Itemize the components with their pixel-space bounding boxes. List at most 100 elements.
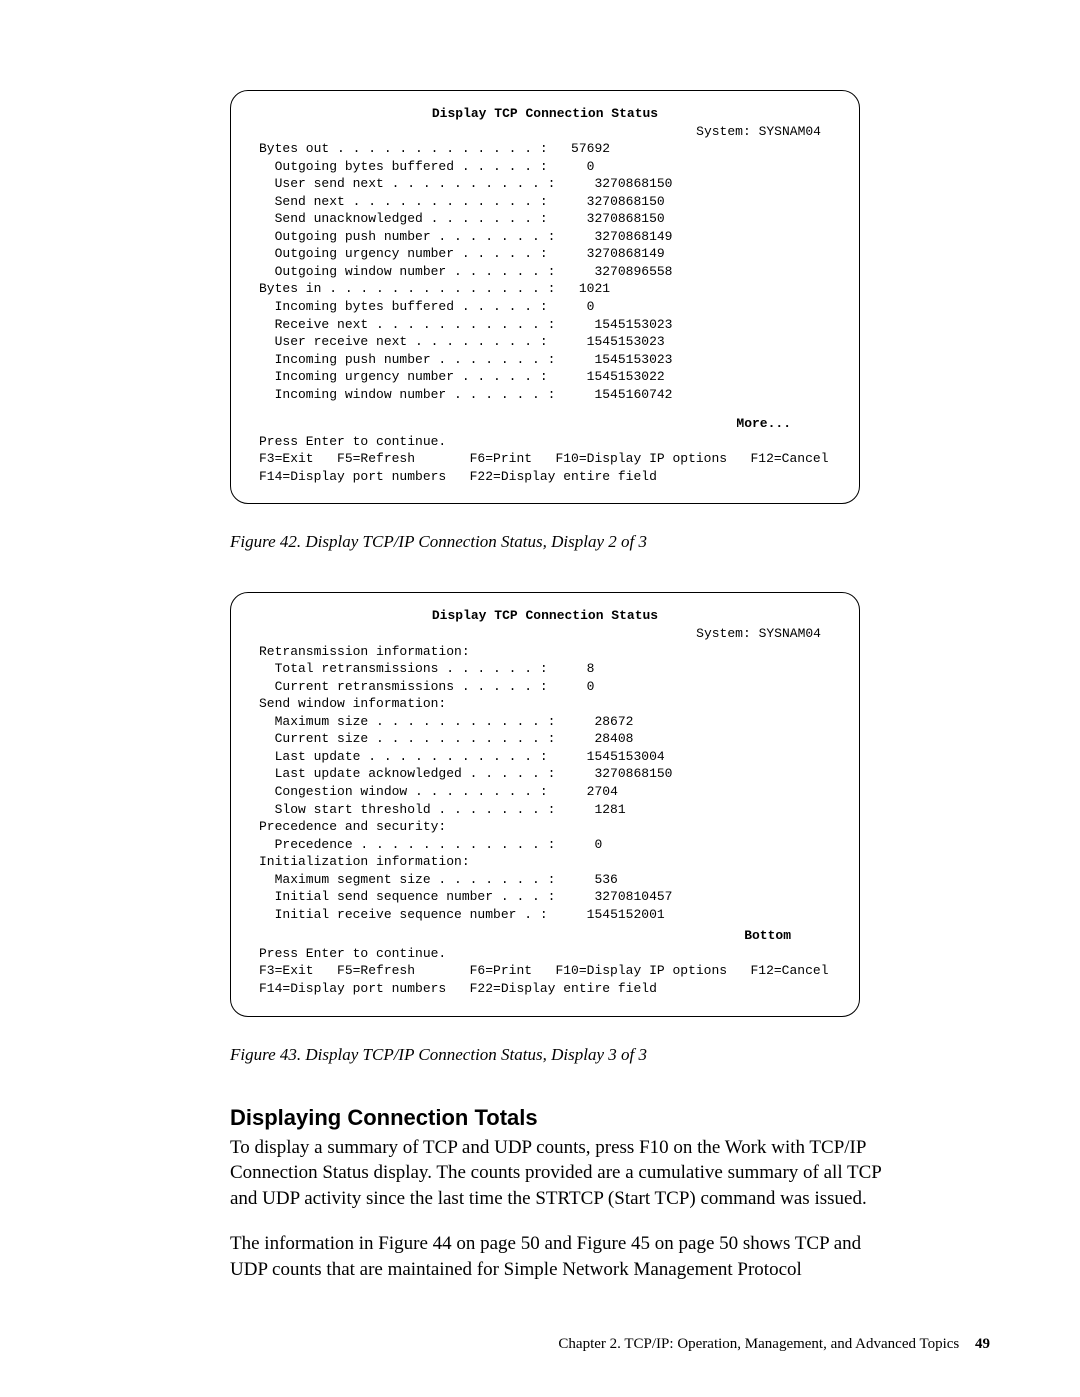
paragraph-2: The information in Figure 44 on page 50 … (230, 1231, 900, 1282)
row-value: 3270868150 (548, 210, 665, 228)
system-label: System: (696, 124, 751, 139)
data-row: Send next . . . . . . . . . . . . : 3270… (259, 193, 831, 211)
data-row: Outgoing window number . . . . . . : 327… (259, 263, 831, 281)
row-value: 3270810457 (555, 888, 672, 906)
screen1-body: Bytes out . . . . . . . . . . . . . : 57… (259, 140, 831, 403)
data-row: Current size . . . . . . . . . . . : 284… (259, 730, 831, 748)
row-value: 3270868149 (548, 245, 665, 263)
row-label: Receive next . . . . . . . . . . . : (259, 316, 555, 334)
row-value: 1545153023 (555, 351, 672, 369)
row-value: 1021 (555, 280, 610, 298)
row-label: Outgoing bytes buffered . . . . . : (259, 158, 548, 176)
row-value: 1545153022 (548, 368, 665, 386)
press-enter-prompt: Press Enter to continue. (259, 945, 831, 963)
screen1-title: Display TCP Connection Status (259, 105, 831, 123)
row-value: 3270868149 (555, 228, 672, 246)
row-value: 1281 (555, 801, 625, 819)
bottom-indicator: Bottom (259, 927, 831, 945)
row-value: 57692 (548, 140, 610, 158)
row-label: Incoming push number . . . . . . . : (259, 351, 555, 369)
data-row: Maximum segment size . . . . . . . : 536 (259, 871, 831, 889)
row-value: 1545160742 (555, 386, 672, 404)
data-row: Outgoing bytes buffered . . . . . : 0 (259, 158, 831, 176)
row-label: Maximum segment size . . . . . . . : (259, 871, 555, 889)
data-row: User receive next . . . . . . . . : 1545… (259, 333, 831, 351)
data-row: Precedence . . . . . . . . . . . . : 0 (259, 836, 831, 854)
row-value: 1545153023 (555, 316, 672, 334)
data-row: Incoming urgency number . . . . . : 1545… (259, 368, 831, 386)
group-header: Initialization information: (259, 853, 831, 871)
terminal-screen-1: Display TCP Connection Status System: SY… (230, 90, 860, 504)
row-label: Last update . . . . . . . . . . . : (259, 748, 548, 766)
row-value: 3270868150 (548, 193, 665, 211)
press-enter-prompt: Press Enter to continue. (259, 433, 831, 451)
figure-42-caption: Figure 42. Display TCP/IP Connection Sta… (230, 532, 990, 552)
section-heading: Displaying Connection Totals (230, 1105, 990, 1131)
screen1-system: System: SYSNAM04 (259, 123, 831, 141)
data-row: Initial receive sequence number . : 1545… (259, 906, 831, 924)
data-row: Initial send sequence number . . . : 327… (259, 888, 831, 906)
fkeys-line-2: F14=Display port numbers F22=Display ent… (259, 468, 831, 486)
screen2-system: System: SYSNAM04 (259, 625, 831, 643)
fkeys-line-2: F14=Display port numbers F22=Display ent… (259, 980, 831, 998)
data-row: Outgoing push number . . . . . . . : 327… (259, 228, 831, 246)
row-value: 8 (548, 660, 595, 678)
terminal-screen-2: Display TCP Connection Status System: SY… (230, 592, 860, 1016)
system-label: System: (696, 626, 751, 641)
row-value: 3270868150 (555, 175, 672, 193)
row-label: Current size . . . . . . . . . . . : (259, 730, 555, 748)
fkeys-line-1: F3=Exit F5=Refresh F6=Print F10=Display … (259, 962, 831, 980)
paragraph-1: To display a summary of TCP and UDP coun… (230, 1135, 900, 1212)
data-row: Last update acknowledged . . . . . : 327… (259, 765, 831, 783)
row-label: Outgoing urgency number . . . . . : (259, 245, 548, 263)
row-value: 28672 (555, 713, 633, 731)
system-value: SYSNAM04 (759, 124, 821, 139)
data-row: Maximum size . . . . . . . . . . . : 286… (259, 713, 831, 731)
row-label: Bytes in . . . . . . . . . . . . . . : (259, 280, 555, 298)
more-indicator: More... (259, 415, 831, 433)
row-label: Incoming bytes buffered . . . . . : (259, 298, 548, 316)
row-label: Precedence . . . . . . . . . . . . : (259, 836, 555, 854)
data-row: Bytes out . . . . . . . . . . . . . : 57… (259, 140, 831, 158)
figure-43-caption: Figure 43. Display TCP/IP Connection Sta… (230, 1045, 990, 1065)
row-label: Current retransmissions . . . . . : (259, 678, 548, 696)
row-label: Send next . . . . . . . . . . . . : (259, 193, 548, 211)
row-value: 3270896558 (555, 263, 672, 281)
data-row: Incoming window number . . . . . . : 154… (259, 386, 831, 404)
group-header: Precedence and security: (259, 818, 831, 836)
data-row: Incoming bytes buffered . . . . . : 0 (259, 298, 831, 316)
group-header: Retransmission information: (259, 643, 831, 661)
data-row: Current retransmissions . . . . . : 0 (259, 678, 831, 696)
row-label: Send unacknowledged . . . . . . . : (259, 210, 548, 228)
row-value: 0 (548, 298, 595, 316)
footer-chapter: Chapter 2. TCP/IP: Operation, Management… (558, 1336, 959, 1352)
row-label: Congestion window . . . . . . . . : (259, 783, 548, 801)
page: Display TCP Connection Status System: SY… (0, 0, 1080, 1397)
row-label: User receive next . . . . . . . . : (259, 333, 548, 351)
row-label: Bytes out . . . . . . . . . . . . . : (259, 140, 548, 158)
data-row: Receive next . . . . . . . . . . . : 154… (259, 316, 831, 334)
row-value: 1545153004 (548, 748, 665, 766)
row-value: 0 (555, 836, 602, 854)
row-value: 2704 (548, 783, 618, 801)
row-label: Initial send sequence number . . . : (259, 888, 555, 906)
row-value: 1545152001 (548, 906, 665, 924)
row-label: Slow start threshold . . . . . . . : (259, 801, 555, 819)
row-label: Last update acknowledged . . . . . : (259, 765, 555, 783)
page-number: 49 (975, 1336, 990, 1352)
row-label: Outgoing push number . . . . . . . : (259, 228, 555, 246)
row-label: Initial receive sequence number . : (259, 906, 548, 924)
row-value: 1545153023 (548, 333, 665, 351)
row-label: User send next . . . . . . . . . . : (259, 175, 555, 193)
screen2-title: Display TCP Connection Status (259, 607, 831, 625)
row-value: 3270868150 (555, 765, 672, 783)
system-value: SYSNAM04 (759, 626, 821, 641)
row-value: 28408 (555, 730, 633, 748)
row-value: 0 (548, 158, 595, 176)
data-row: Outgoing urgency number . . . . . : 3270… (259, 245, 831, 263)
row-value: 536 (555, 871, 617, 889)
data-row: Send unacknowledged . . . . . . . : 3270… (259, 210, 831, 228)
data-row: Total retransmissions . . . . . . : 8 (259, 660, 831, 678)
page-footer: Chapter 2. TCP/IP: Operation, Management… (558, 1336, 990, 1353)
row-label: Incoming window number . . . . . . : (259, 386, 555, 404)
